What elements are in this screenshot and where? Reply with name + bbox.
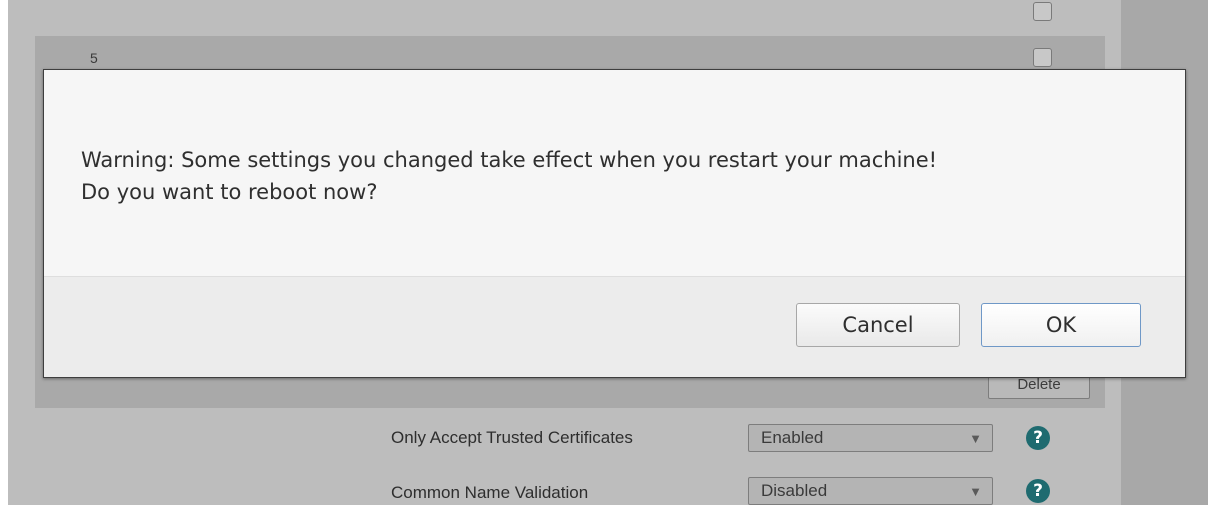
help-icon[interactable]: ? [1026,479,1050,503]
trusted-certificates-select[interactable]: Enabled ▼ [748,424,993,452]
trusted-certificates-label: Only Accept Trusted Certificates [391,428,633,447]
cancel-button[interactable]: Cancel [796,303,960,347]
ok-button[interactable]: OK [981,303,1141,347]
warning-text: Warning: Some settings you changed take … [81,148,938,172]
dropdown-arrow-icon: ▼ [969,431,982,446]
common-name-validation-label: Common Name Validation [391,483,589,502]
select-value: Disabled [761,481,828,500]
row-checkbox[interactable] [1033,48,1052,67]
dialog-body: Warning: Some settings you changed take … [44,70,1185,277]
dialog-message: Warning: Some settings you changed take … [81,144,1161,208]
common-name-validation-select[interactable]: Disabled ▼ [748,477,993,505]
reboot-question-text: Do you want to reboot now? [81,180,378,204]
dialog-footer: Cancel OK [44,277,1185,377]
row-number: 5 [90,50,98,66]
dropdown-arrow-icon: ▼ [969,484,982,499]
reboot-warning-dialog: Warning: Some settings you changed take … [43,69,1186,378]
select-value: Enabled [761,428,824,447]
help-icon[interactable]: ? [1026,426,1050,450]
row-checkbox[interactable] [1033,2,1052,21]
